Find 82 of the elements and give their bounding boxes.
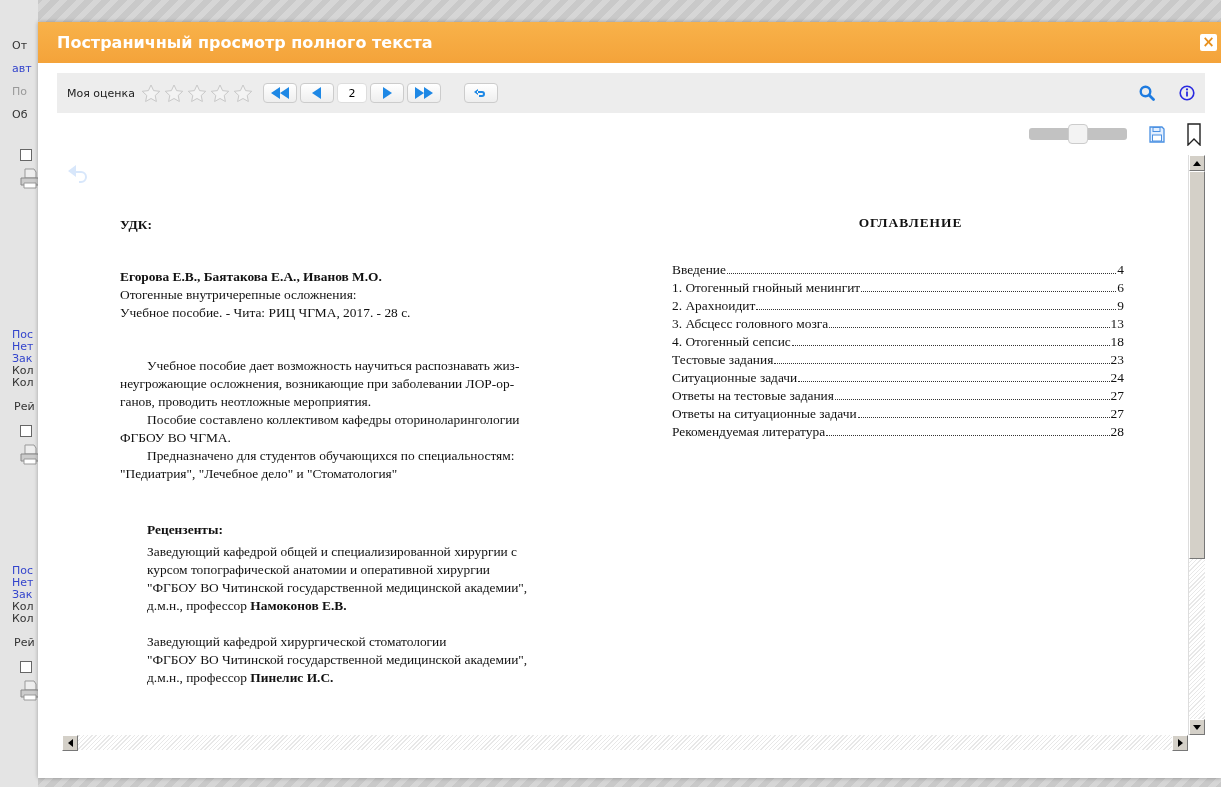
link-text[interactable]: Нет (12, 577, 34, 589)
link-text[interactable]: Зак (12, 353, 33, 365)
toc-entry-title[interactable]: 3. Абсцесс головного мозга (672, 315, 829, 333)
scroll-thumb[interactable] (1189, 171, 1205, 559)
toc-page-number: 24 (1110, 369, 1124, 387)
book-title: Отогенные внутричерепные осложнения: (120, 286, 358, 304)
imprint-text: Учебное пособие. - Чита: РИЦ ЧГМА, 2017. - 28 с. (120, 304, 412, 322)
toc-page-number: 13 (1110, 315, 1124, 333)
label-text: Рей (14, 637, 35, 649)
link-text[interactable]: Нет (12, 341, 34, 353)
toc-page-number: 4 (1117, 261, 1124, 279)
label-text: От (12, 40, 28, 52)
printer-icon[interactable] (20, 167, 38, 189)
first-page-button[interactable] (262, 83, 297, 103)
toc-entry-title[interactable]: Введение (672, 261, 726, 279)
reviewers-heading: Рецензенты: (147, 521, 224, 539)
link-text[interactable]: Пос (12, 565, 34, 577)
bookmark-icon[interactable] (1187, 122, 1201, 146)
star-icon[interactable] (186, 83, 207, 103)
last-page-icon (412, 86, 435, 100)
toc-page-number: 9 (1117, 297, 1124, 315)
checkbox[interactable] (20, 661, 32, 673)
checkbox[interactable] (20, 149, 32, 161)
right-arrow-icon (1177, 739, 1183, 747)
contents-heading: ОГЛАВЛЕНИЕ (857, 214, 964, 232)
dialog-title: Постраничный просмотр полного текста (57, 33, 433, 52)
toc-entry-title[interactable]: Ситуационные задачи (672, 369, 798, 387)
star-icon[interactable] (163, 83, 184, 103)
next-page-button[interactable] (369, 83, 404, 103)
save-icon[interactable] (1149, 125, 1165, 143)
printer-icon[interactable] (20, 443, 38, 465)
toc-entry-title[interactable]: 4. Отогенный сепсис (672, 333, 791, 351)
zoom-slider[interactable] (1029, 123, 1127, 145)
return-button[interactable] (463, 83, 498, 103)
scroll-down-button[interactable] (1189, 719, 1205, 735)
label-text: Кол (12, 601, 34, 613)
toc-page-number: 18 (1110, 333, 1124, 351)
authors-text: Егорова Е.В., Баятакова Е.А., Иванов М.О. (120, 268, 383, 286)
label-text: Об (12, 109, 28, 121)
up-arrow-icon (1193, 160, 1201, 166)
toc-page-number: 27 (1110, 405, 1124, 423)
toc-entry-title[interactable]: 2. Арахноидит (672, 297, 756, 315)
scroll-up-button[interactable] (1189, 155, 1205, 171)
star-icon[interactable] (140, 83, 161, 103)
label-text: Кол (12, 613, 34, 625)
toc-page-number: 23 (1110, 351, 1124, 369)
printer-icon[interactable] (20, 679, 38, 701)
link-text[interactable]: Пос (12, 329, 34, 341)
link-text[interactable]: Зак (12, 589, 33, 601)
label-text: Кол (12, 365, 34, 377)
paragraph-text: Предназначено для студентов обучающихся по специальностям: "Педиатрия", "Лечебное дело" и "Стоматология" (120, 447, 516, 483)
link-text[interactable]: авт (12, 63, 32, 75)
scroll-left-button[interactable] (62, 735, 78, 751)
page-number-field[interactable]: 2 (336, 83, 367, 103)
slider-handle[interactable] (1068, 124, 1088, 144)
toc-page-number: 6 (1117, 279, 1124, 297)
search-icon[interactable] (1139, 85, 1155, 101)
star-icon[interactable] (232, 83, 253, 103)
reviewer-text: Заведующий кафедрой общей и специализированной хирургии с курсом топографической анатомии и оперативной хирургии "ФГБОУ ВО Читинской государственной медицинской академии", д.м.н., профессор Намоконов Е.В. (147, 543, 529, 615)
label-text: Рей (14, 401, 35, 413)
toc-page-number: 28 (1110, 423, 1124, 441)
toc-entry-title[interactable]: 1. Отогенный гнойный менингит (672, 279, 861, 297)
toc-entry-title[interactable]: Ответы на ситуационные задачи (672, 405, 857, 423)
toc-entry-title[interactable]: Рекомендуемая литература (672, 423, 826, 441)
reviewer-text: Заведующий кафедрой хирургической стоматологии "ФГБОУ ВО Читинской государственной медицинской академии", д.м.н., профессор Пинелис И.С. (147, 633, 529, 687)
label-text: По (12, 86, 27, 98)
toc-page-number: 27 (1110, 387, 1124, 405)
paragraph-text: Учебное пособие дает возможность научиться распознавать жиз- неугрожающие осложнения, возникающие при заболевании ЛОР-ор- ганов, проводить неотложные мероприятия. (120, 357, 521, 411)
paragraph-text: Пособие составлено коллективом кафедры оториноларингологии ФГБОУ ВО ЧГМА. (120, 411, 521, 447)
star-icon[interactable] (209, 83, 230, 103)
toc-entry-title[interactable]: Ответы на тестовые задания (672, 387, 834, 405)
down-arrow-icon (1193, 724, 1201, 730)
checkbox[interactable] (20, 425, 32, 437)
label-text: Кол (12, 377, 34, 389)
scroll-right-button[interactable] (1172, 735, 1188, 751)
last-page-button[interactable] (406, 83, 441, 103)
udc-label: УДК: (120, 216, 153, 234)
left-arrow-icon (67, 739, 73, 747)
toc-entry-title[interactable]: Тестовые задания (672, 351, 774, 369)
rating-label: Моя оценка (67, 86, 135, 100)
info-icon[interactable] (1179, 85, 1195, 101)
previous-page-button[interactable] (299, 83, 334, 103)
